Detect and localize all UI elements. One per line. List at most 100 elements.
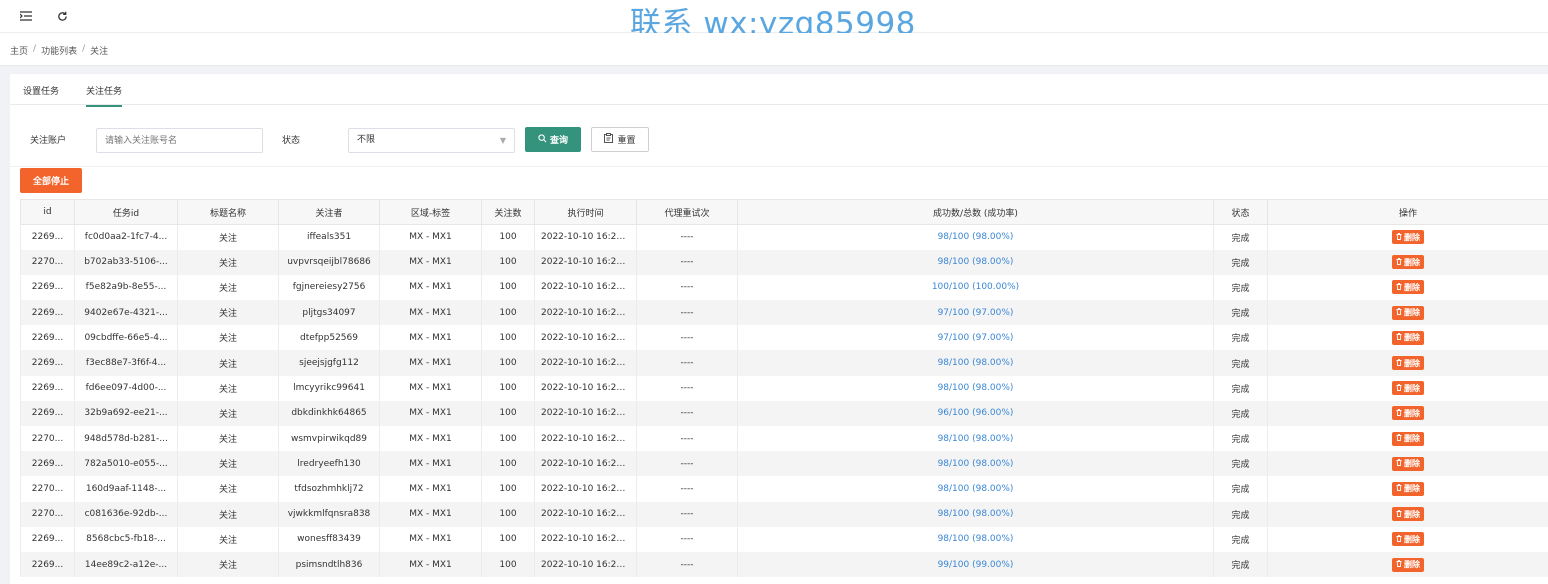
status-cell: 完成 bbox=[1213, 451, 1268, 477]
table-row[interactable]: 2270... c081636e-92db-... 关注 vjwkkmlfqnsra8… bbox=[20, 501, 1548, 527]
task-id-cell: b702ab33-5106-... bbox=[74, 249, 178, 275]
table-row[interactable]: 2270... 160d9aaf-1148-... 关注 tfdsozhmhklj72… bbox=[20, 476, 1548, 502]
tab-set-task[interactable]: 设置任务 bbox=[23, 84, 59, 105]
table-row[interactable]: 2269... f3ec88e7-3f6f-4... 关注 sjeejsjgfg112… bbox=[20, 350, 1548, 376]
exec-time-cell: 2022-10-10 16:29:00 bbox=[534, 426, 637, 452]
delete-button[interactable]: 删除 bbox=[1392, 230, 1424, 245]
status-cell: 完成 bbox=[1213, 224, 1268, 250]
table-row[interactable]: 2270... b702ab33-5106-... 关注 uvpvrsqeijbl78… bbox=[20, 249, 1548, 275]
success-rate-cell[interactable]: 98/100 (98.00%) bbox=[737, 224, 1214, 250]
region-tag-cell: MX - MX1 bbox=[379, 350, 482, 376]
trash-icon bbox=[1396, 308, 1402, 317]
table-row[interactable]: 2269... fc0d0aa2-1fc7-4... 关注 iffeals351 MX … bbox=[20, 224, 1548, 250]
follower-cell: wonesff83439 bbox=[278, 526, 380, 552]
success-rate-cell[interactable]: 98/100 (98.00%) bbox=[737, 501, 1214, 527]
table-row[interactable]: 2269... 14ee89c2-a12e-... 关注 psimsndtlh836 M… bbox=[20, 551, 1548, 578]
id-cell: 2269... bbox=[20, 375, 75, 401]
table-row[interactable]: 2269... 32b9a692-ee21-... 关注 dbkdinkhk64865… bbox=[20, 400, 1548, 426]
stop-all-button[interactable]: 全部停止 bbox=[20, 168, 82, 193]
success-rate-cell[interactable]: 98/100 (98.00%) bbox=[737, 350, 1214, 376]
status-cell: 完成 bbox=[1213, 426, 1268, 452]
column-header: id bbox=[20, 199, 75, 225]
tab-follow-task[interactable]: 关注任务 bbox=[86, 84, 123, 107]
id-cell: 2269... bbox=[20, 325, 75, 351]
success-rate-cell[interactable]: 97/100 (97.00%) bbox=[737, 300, 1214, 326]
delete-button-label: 删除 bbox=[1404, 434, 1420, 444]
follower-cell: lmcyyrikc99641 bbox=[278, 375, 380, 401]
title-cell: 关注 bbox=[177, 501, 279, 527]
region-tag-cell: MX - MX1 bbox=[379, 300, 482, 326]
delete-button[interactable]: 删除 bbox=[1392, 330, 1424, 345]
menu-fold-icon[interactable] bbox=[18, 8, 34, 24]
actions-cell: 删除 bbox=[1267, 224, 1548, 250]
table-row[interactable]: 2269... 782a5010-e055-... 关注 lredryeefh130 M… bbox=[20, 451, 1548, 477]
table-row[interactable]: 2269... 09cbdffe-66e5-4... 关注 dtefpp52569 MX… bbox=[20, 325, 1548, 351]
table-row[interactable]: 2269... fd6ee097-4d00-... 关注 lmcyyrikc99641… bbox=[20, 375, 1548, 401]
status-cell: 完成 bbox=[1213, 300, 1268, 326]
success-rate-cell[interactable]: 99/100 (99.00%) bbox=[737, 551, 1214, 578]
success-rate-cell[interactable]: 98/100 (98.00%) bbox=[737, 476, 1214, 502]
column-header: 操作 bbox=[1267, 199, 1548, 225]
tab-bar: 设置任务 关注任务 bbox=[10, 74, 1548, 107]
query-button-label: 查询 bbox=[549, 136, 568, 146]
column-header: 标题名称 bbox=[177, 199, 279, 225]
delete-button[interactable]: 删除 bbox=[1392, 406, 1424, 421]
delete-button[interactable]: 删除 bbox=[1392, 481, 1424, 496]
region-tag-cell: MX - MX1 bbox=[379, 476, 482, 502]
delete-button[interactable]: 删除 bbox=[1392, 381, 1424, 396]
delete-button-label: 删除 bbox=[1404, 333, 1420, 343]
follow-count-cell: 100 bbox=[481, 501, 535, 527]
table-row[interactable]: 2269... 8568cbc5-fb18-... 关注 wonesff83439 MX… bbox=[20, 526, 1548, 552]
exec-time-cell: 2022-10-10 16:29:00 bbox=[534, 526, 637, 552]
delete-button[interactable]: 删除 bbox=[1392, 356, 1424, 371]
id-cell: 2269... bbox=[20, 224, 75, 250]
delete-button[interactable]: 删除 bbox=[1392, 557, 1424, 572]
proxy-retry-cell: ---- bbox=[636, 551, 738, 578]
id-cell: 2270... bbox=[20, 426, 75, 452]
follower-cell: dbkdinkhk64865 bbox=[278, 400, 380, 426]
delete-button[interactable]: 删除 bbox=[1392, 456, 1424, 471]
account-search-input[interactable] bbox=[96, 128, 263, 153]
success-rate-cell[interactable]: 98/100 (98.00%) bbox=[737, 526, 1214, 552]
trash-icon bbox=[1396, 509, 1402, 519]
delete-button[interactable]: 删除 bbox=[1392, 305, 1424, 320]
trash-icon bbox=[1396, 434, 1402, 443]
success-rate-cell[interactable]: 97/100 (97.00%) bbox=[737, 325, 1214, 351]
task-id-cell: 09cbdffe-66e5-4... bbox=[74, 325, 178, 351]
query-button[interactable]: 查询 bbox=[525, 127, 581, 152]
actions-cell: 删除 bbox=[1267, 325, 1548, 351]
title-cell: 关注 bbox=[177, 526, 279, 552]
delete-button[interactable]: 删除 bbox=[1392, 507, 1424, 522]
reset-button[interactable]: 重置 bbox=[591, 127, 649, 152]
delete-button[interactable]: 删除 bbox=[1392, 255, 1424, 270]
status-cell: 完成 bbox=[1213, 526, 1268, 552]
status-label: 状态 bbox=[282, 136, 301, 146]
success-rate-cell[interactable]: 96/100 (96.00%) bbox=[737, 400, 1214, 426]
success-rate-cell[interactable]: 100/100 (100.00%) bbox=[737, 274, 1214, 301]
region-tag-cell: MX - MX1 bbox=[379, 224, 482, 250]
title-cell: 关注 bbox=[177, 300, 279, 326]
follow-count-cell: 100 bbox=[481, 551, 535, 578]
task-id-cell: 8568cbc5-fb18-... bbox=[74, 526, 178, 552]
trash-icon bbox=[1396, 283, 1402, 292]
delete-button[interactable]: 删除 bbox=[1392, 280, 1424, 295]
actions-cell: 删除 bbox=[1267, 501, 1548, 527]
breadcrumb-function-list[interactable]: 功能列表 bbox=[41, 44, 77, 57]
table-row[interactable]: 2269... f5e82a9b-8e55-... 关注 fgjnereiesy275… bbox=[20, 274, 1548, 301]
breadcrumb: 主页 / 功能列表 / 关注 bbox=[10, 44, 108, 57]
task-id-cell: fd6ee097-4d00-... bbox=[74, 375, 178, 401]
success-rate-cell[interactable]: 98/100 (98.00%) bbox=[737, 451, 1214, 477]
status-select[interactable]: 不限 ▼ bbox=[348, 128, 515, 153]
delete-button[interactable]: 删除 bbox=[1392, 431, 1424, 446]
actions-cell: 删除 bbox=[1267, 274, 1548, 301]
delete-button[interactable]: 删除 bbox=[1392, 532, 1424, 547]
trash-icon bbox=[1396, 383, 1402, 393]
table-row[interactable]: 2269... 9402e67e-4321-... 关注 pljtgs34097 MX … bbox=[20, 300, 1548, 326]
refresh-icon[interactable] bbox=[54, 8, 70, 24]
success-rate-cell[interactable]: 98/100 (98.00%) bbox=[737, 249, 1214, 275]
table-row[interactable]: 2270... 948d578d-b281-... 关注 wsmvpirwikqd89… bbox=[20, 426, 1548, 452]
trash-icon bbox=[1396, 484, 1402, 493]
success-rate-cell[interactable]: 98/100 (98.00%) bbox=[737, 426, 1214, 452]
breadcrumb-home[interactable]: 主页 bbox=[10, 44, 28, 57]
success-rate-cell[interactable]: 98/100 (98.00%) bbox=[737, 375, 1214, 401]
